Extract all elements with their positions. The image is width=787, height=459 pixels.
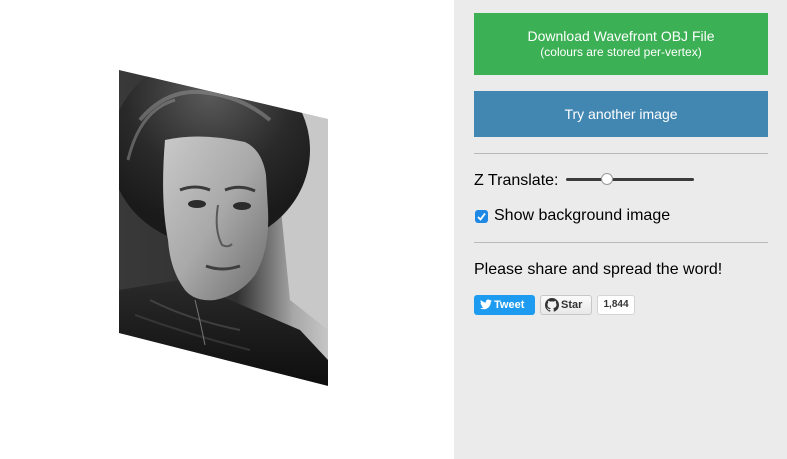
download-obj-button[interactable]: Download Wavefront OBJ File (colours are… [474, 13, 768, 75]
tweet-label: Tweet [494, 299, 525, 311]
github-star-button[interactable]: Star [540, 295, 592, 315]
try-another-image-button[interactable]: Try another image [474, 91, 768, 137]
github-icon [545, 298, 559, 312]
slider-track[interactable] [566, 178, 694, 181]
checkmark-icon [477, 212, 486, 221]
control-panel: Download Wavefront OBJ File (colours are… [454, 0, 787, 459]
divider [474, 153, 768, 154]
show-background-checkbox[interactable] [475, 210, 488, 223]
star-label: Star [561, 299, 583, 311]
z-translate-slider[interactable] [566, 172, 694, 188]
download-button-label: Download Wavefront OBJ File [527, 28, 715, 44]
3d-viewport[interactable] [0, 0, 454, 459]
tweet-button[interactable]: Tweet [474, 295, 535, 315]
twitter-bird-icon [480, 299, 492, 310]
show-background-label[interactable]: Show background image [494, 207, 670, 225]
share-text: Please share and spread the word! [474, 261, 723, 278]
divider [474, 242, 768, 243]
slider-thumb[interactable] [600, 173, 613, 185]
3d-face-render[interactable] [0, 0, 454, 459]
z-translate-label: Z Translate: [474, 172, 559, 189]
star-count-badge[interactable]: 1,844 [597, 295, 635, 315]
download-button-sublabel: (colours are stored per-vertex) [540, 45, 702, 59]
